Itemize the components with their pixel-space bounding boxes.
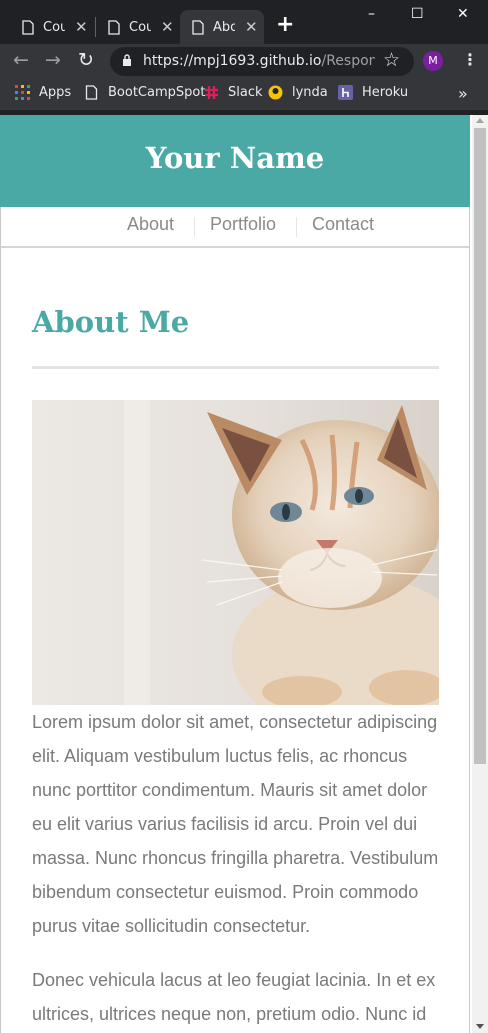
nav-divider — [194, 217, 195, 237]
bookmark-apps[interactable]: Apps — [15, 85, 71, 100]
apps-icon — [15, 85, 30, 100]
nav-about[interactable]: About — [127, 214, 174, 235]
tab-title: Cou — [129, 19, 151, 35]
close-icon[interactable]: ✕ — [245, 18, 258, 36]
site-brand[interactable]: Your Name — [0, 141, 470, 175]
back-icon[interactable]: ← — [13, 50, 29, 70]
forward-icon[interactable]: → — [45, 50, 61, 70]
scroll-up-icon[interactable] — [476, 118, 484, 123]
nav-portfolio[interactable]: Portfolio — [210, 214, 276, 235]
toolbar: ← → ↻ https://mpj1693.github.io/Respons.… — [0, 44, 488, 78]
maximize-button[interactable]: ☐ — [411, 6, 424, 22]
heading-divider — [32, 366, 439, 369]
bookmark-label: Slack — [228, 85, 263, 100]
minimize-button[interactable]: – — [368, 6, 375, 22]
scrollbar-thumb[interactable] — [474, 128, 486, 764]
tab-strip: Cou ✕ Cou ✕ Abo ✕ + – ☐ ✕ — [0, 0, 488, 44]
nav-contact[interactable]: Contact — [312, 214, 374, 235]
close-window-button[interactable]: ✕ — [457, 6, 469, 22]
bookmark-label: lynda — [292, 85, 328, 100]
lock-icon — [123, 54, 131, 66]
bookmarks-bar: Apps BootCampSpot Slack lynda Heroku » — [0, 78, 488, 110]
url-text: https://mpj1693.github.io/Respons... — [143, 53, 375, 69]
bookmark-label: Heroku — [362, 85, 409, 100]
content-border-right — [469, 207, 470, 1033]
tab-3-active[interactable]: Abo ✕ — [180, 10, 264, 44]
tab-title: Abo — [213, 19, 235, 35]
bookmark-label: BootCampSpot — [108, 85, 206, 100]
site-nav: About Portfolio Contact — [0, 207, 470, 248]
new-tab-button[interactable]: + — [276, 14, 294, 36]
page-viewport: Your Name About Portfolio Contact About … — [0, 115, 472, 1033]
star-icon[interactable]: ☆ — [383, 49, 400, 71]
url-path: /Respons... — [321, 53, 375, 69]
page-icon — [192, 19, 204, 35]
page-icon — [22, 19, 34, 35]
profile-photo — [32, 400, 439, 705]
bookmark-label: Apps — [39, 85, 72, 100]
nav-divider — [296, 217, 297, 237]
slack-icon — [205, 86, 218, 99]
site-header: Your Name — [0, 115, 470, 207]
heroku-icon — [338, 85, 353, 100]
reload-icon[interactable]: ↻ — [78, 50, 94, 70]
lynda-icon — [268, 85, 283, 100]
scroll-down-icon[interactable] — [476, 1024, 484, 1029]
tab-title: Cou — [43, 19, 65, 35]
profile-avatar[interactable]: M — [423, 51, 443, 71]
tab-1[interactable]: Cou ✕ — [0, 10, 94, 44]
menu-icon[interactable]: ⋮ — [462, 50, 478, 69]
bookmark-lynda[interactable]: lynda — [268, 85, 328, 100]
bookmark-slack[interactable]: Slack — [204, 85, 263, 100]
content-border-left — [0, 207, 1, 1033]
bookmark-bootcampspot[interactable]: BootCampSpot — [84, 85, 205, 100]
tab-2[interactable]: Cou ✕ — [86, 10, 180, 44]
close-icon[interactable]: ✕ — [161, 18, 174, 36]
page-icon — [108, 19, 120, 35]
page-title: About Me — [32, 305, 190, 339]
bookmarks-overflow[interactable]: » — [458, 84, 468, 103]
url-host: https://mpj1693.github.io — [143, 53, 322, 69]
page-icon — [85, 85, 98, 100]
address-bar[interactable]: https://mpj1693.github.io/Respons... ☆ — [110, 47, 414, 76]
about-paragraph: Donec vehicula lacus at leo feugiat laci… — [32, 970, 436, 1024]
bookmark-heroku[interactable]: Heroku — [338, 85, 408, 100]
about-paragraph: Lorem ipsum dolor sit amet, consectetur … — [32, 712, 439, 936]
